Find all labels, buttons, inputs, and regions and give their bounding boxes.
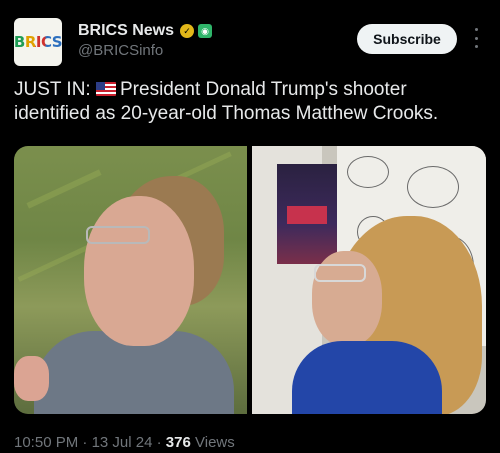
us-flag-icon [96,82,116,96]
photo-face-shape [84,196,194,346]
gold-verified-badge-icon: ✓ [180,24,195,38]
views-label: Views [195,434,235,451]
photo-shirt-shape [292,341,442,414]
tweet-text-prefix: JUST IN: [14,79,91,100]
tweet-meta: 10:50 PM · 13 Jul 24 · 376 Views [14,434,235,451]
meta-separator: · [156,434,162,451]
tweet-text: JUST IN: President Donald Trump's shoote… [14,78,484,126]
photo-glasses-shape [86,226,150,244]
subscribe-button[interactable]: Subscribe [357,24,457,54]
account-name-row[interactable]: BRICS News ✓ ◉ [78,22,213,40]
media-grid [14,146,486,414]
avatar-logo-text: BRICS [14,33,62,51]
tweet-date[interactable]: 13 Jul 24 [92,434,153,451]
tweet-time[interactable]: 10:50 PM [14,434,78,451]
photo-hand-shape [14,356,49,401]
more-options-icon[interactable] [468,28,484,48]
views-count: 376 [165,434,191,451]
media-photo-right[interactable] [252,146,486,414]
affiliate-badge-icon: ◉ [198,24,213,38]
media-photo-left[interactable] [14,146,247,414]
avatar[interactable]: BRICS [14,18,62,66]
meta-separator: · [82,434,88,451]
account-name[interactable]: BRICS News [78,22,174,40]
account-handle[interactable]: @BRICSinfo [78,42,163,59]
photo-glasses-shape [314,264,366,282]
